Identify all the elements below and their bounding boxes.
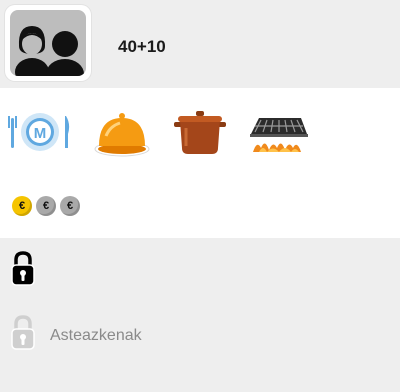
price-coin-1: € (12, 196, 32, 216)
lock-closed-icon (10, 250, 36, 293)
price-coin-2: € (36, 196, 56, 216)
price-rating: € € € (12, 196, 80, 216)
svg-text:M: M (34, 125, 47, 142)
menu-plate-icon: M (8, 110, 72, 154)
schedule-row (10, 250, 36, 293)
header: 40+10 (0, 0, 400, 88)
schedule-section: Asteazkenak (0, 238, 400, 392)
services-section: M € € € (0, 88, 400, 238)
people-icon (10, 10, 86, 76)
capacity-text: 40+10 (118, 37, 166, 56)
food-dish-icon (92, 108, 152, 158)
lock-open-icon (10, 314, 36, 357)
schedule-day-label: Asteazkenak (50, 326, 142, 344)
grill-icon (245, 112, 309, 158)
avatar[interactable] (5, 5, 91, 81)
price-coin-3: € (60, 196, 80, 216)
schedule-row: Asteazkenak (10, 314, 142, 357)
cooking-pot-icon (172, 108, 228, 156)
